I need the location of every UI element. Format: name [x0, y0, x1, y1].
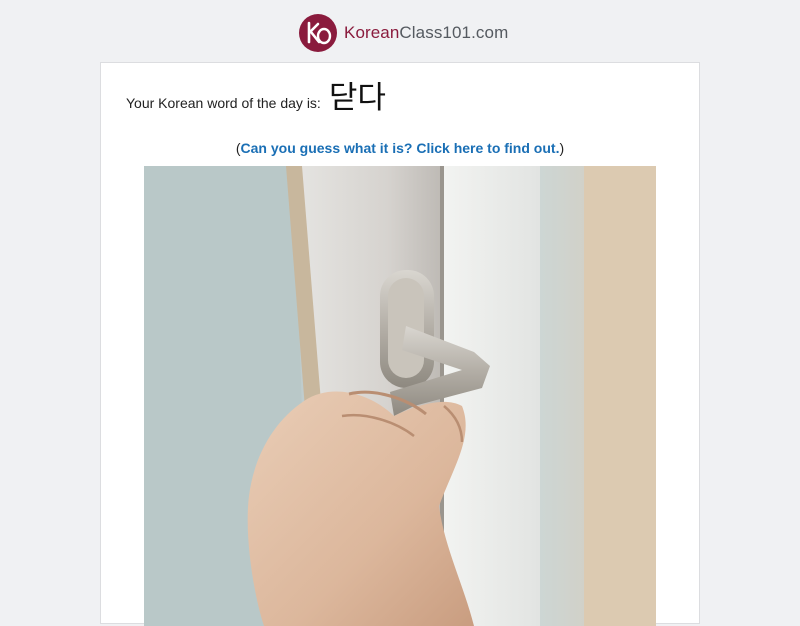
korean-word: 닫다 — [328, 80, 386, 116]
word-of-day-label: Your Korean word of the day is: — [126, 95, 321, 111]
logo-text-korean: Korean — [344, 23, 400, 42]
koreanclass101-logo[interactable]: KoreanClass101.com — [299, 14, 508, 52]
reveal-answer-link[interactable]: Can you guess what it is? Click here to … — [241, 140, 560, 156]
logo-text-class101: Class101.com — [399, 23, 509, 42]
logo-text: KoreanClass101.com — [344, 14, 508, 52]
hint-close-paren: ) — [559, 140, 565, 156]
door-handle-illustration — [144, 166, 656, 626]
word-photo — [144, 166, 656, 626]
logo-mark-icon — [299, 14, 337, 52]
word-of-day-line: Your Korean word of the day is: 닫다 — [126, 77, 386, 117]
site-header: KoreanClass101.com — [0, 0, 800, 62]
word-of-day-card: Your Korean word of the day is: 닫다 (Can … — [100, 62, 700, 626]
hint-line: (Can you guess what it is? Click here to… — [101, 138, 699, 158]
